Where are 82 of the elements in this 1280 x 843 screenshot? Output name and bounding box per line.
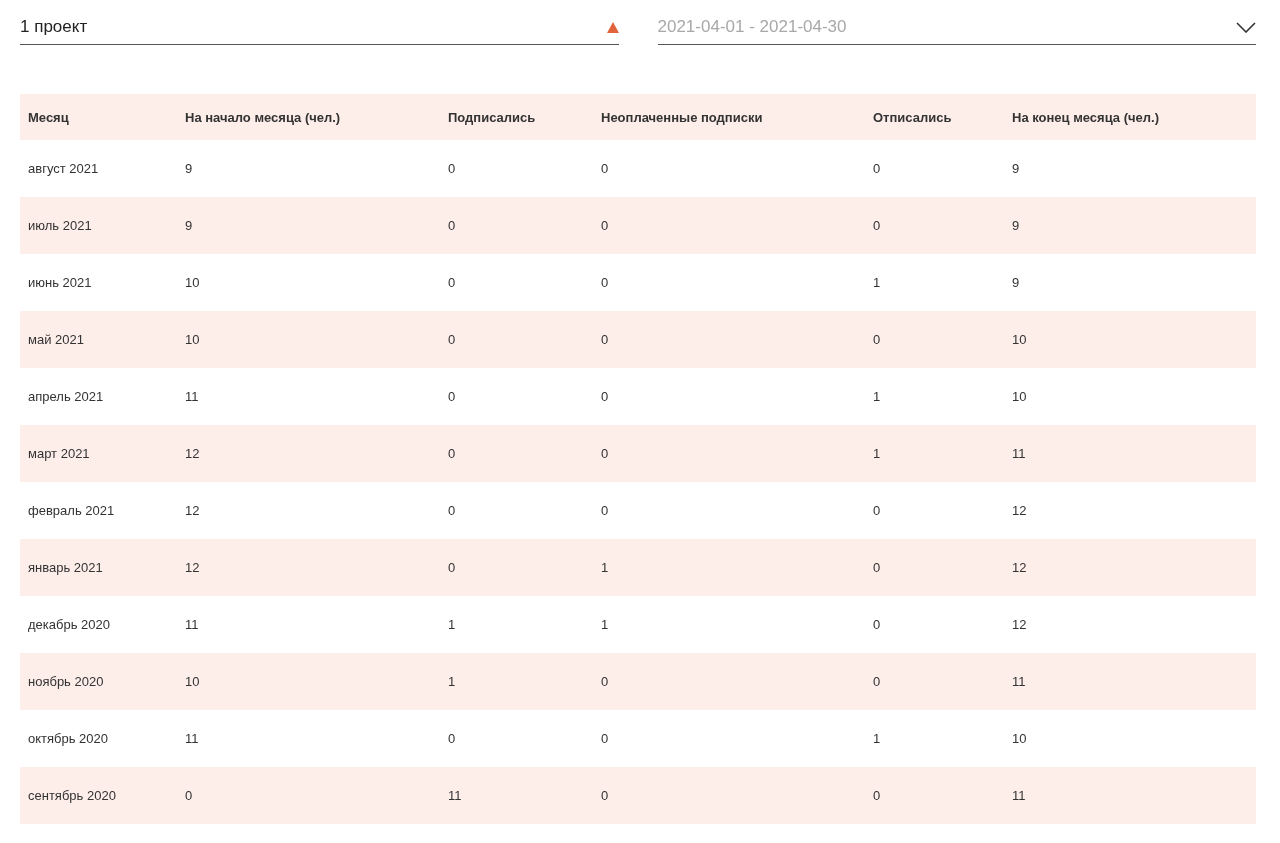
table-cell: 0 bbox=[593, 710, 865, 767]
table-cell: 11 bbox=[1004, 425, 1256, 482]
table-cell: 9 bbox=[1004, 140, 1256, 197]
table-cell: 11 bbox=[177, 596, 440, 653]
table-cell: 1 bbox=[593, 539, 865, 596]
column-header: Неоплаченные подписки bbox=[593, 94, 865, 140]
table-cell: июнь 2021 bbox=[20, 254, 177, 311]
table-cell: 0 bbox=[440, 197, 593, 254]
table-cell: 0 bbox=[440, 539, 593, 596]
table-cell: 0 bbox=[865, 539, 1004, 596]
table-cell: февраль 2021 bbox=[20, 482, 177, 539]
table-cell: 11 bbox=[1004, 653, 1256, 710]
table-cell: 0 bbox=[865, 197, 1004, 254]
table-cell: 10 bbox=[177, 653, 440, 710]
table-cell: 12 bbox=[1004, 596, 1256, 653]
table-cell: 0 bbox=[593, 425, 865, 482]
table-cell: 0 bbox=[865, 140, 1004, 197]
table-cell: 0 bbox=[440, 140, 593, 197]
project-select[interactable]: 1 проект bbox=[20, 14, 619, 45]
column-header: Подписались bbox=[440, 94, 593, 140]
table-cell: 0 bbox=[865, 767, 1004, 824]
table-cell: 9 bbox=[1004, 254, 1256, 311]
table-cell: 9 bbox=[177, 140, 440, 197]
table-cell: 0 bbox=[865, 311, 1004, 368]
table-cell: 0 bbox=[865, 653, 1004, 710]
table-cell: январь 2021 bbox=[20, 539, 177, 596]
table-cell: июль 2021 bbox=[20, 197, 177, 254]
chevron-down-icon bbox=[1236, 21, 1256, 33]
table-cell: 10 bbox=[1004, 710, 1256, 767]
table-cell: 0 bbox=[440, 710, 593, 767]
table-cell: 1 bbox=[865, 425, 1004, 482]
table-cell: май 2021 bbox=[20, 311, 177, 368]
table-cell: 12 bbox=[1004, 482, 1256, 539]
table-cell: 1 bbox=[865, 254, 1004, 311]
table-cell: сентябрь 2020 bbox=[20, 767, 177, 824]
table-cell: 1 bbox=[865, 368, 1004, 425]
table-cell: 0 bbox=[593, 482, 865, 539]
table-cell: 12 bbox=[1004, 539, 1256, 596]
table-cell: 1 bbox=[865, 710, 1004, 767]
table-cell: апрель 2021 bbox=[20, 368, 177, 425]
table-cell: 0 bbox=[593, 767, 865, 824]
table-cell: 0 bbox=[593, 197, 865, 254]
table-cell: 12 bbox=[177, 425, 440, 482]
column-header: Отписались bbox=[865, 94, 1004, 140]
table-cell: 0 bbox=[593, 368, 865, 425]
table-cell: 10 bbox=[177, 254, 440, 311]
table-cell: 0 bbox=[440, 368, 593, 425]
table-cell: 0 bbox=[440, 254, 593, 311]
column-header: На начало месяца (чел.) bbox=[177, 94, 440, 140]
table-cell: 0 bbox=[593, 140, 865, 197]
table-cell: 1 bbox=[440, 596, 593, 653]
table-cell: 11 bbox=[177, 710, 440, 767]
table-cell: 9 bbox=[1004, 197, 1256, 254]
table-cell: 11 bbox=[177, 368, 440, 425]
table-cell: 11 bbox=[440, 767, 593, 824]
table-cell: 12 bbox=[177, 482, 440, 539]
table-cell: ноябрь 2020 bbox=[20, 653, 177, 710]
table-cell: 9 bbox=[177, 197, 440, 254]
date-range-field[interactable]: 2021-04-01 - 2021-04-30 bbox=[657, 17, 1236, 37]
column-header: Месяц bbox=[20, 94, 177, 140]
triangle-icon bbox=[606, 21, 619, 33]
table-cell: декабрь 2020 bbox=[20, 596, 177, 653]
table-cell: 0 bbox=[440, 425, 593, 482]
table-cell: 0 bbox=[593, 311, 865, 368]
table-cell: 0 bbox=[177, 767, 440, 824]
table-cell: август 2021 bbox=[20, 140, 177, 197]
table-cell: 0 bbox=[865, 482, 1004, 539]
table-cell: 10 bbox=[1004, 311, 1256, 368]
table-cell: март 2021 bbox=[20, 425, 177, 482]
table-cell: 0 bbox=[593, 653, 865, 710]
table-cell: 0 bbox=[440, 482, 593, 539]
table-cell: 12 bbox=[177, 539, 440, 596]
table-cell: 10 bbox=[177, 311, 440, 368]
table-cell: 10 bbox=[1004, 368, 1256, 425]
table-cell: 11 bbox=[1004, 767, 1256, 824]
table-cell: 0 bbox=[865, 596, 1004, 653]
table-cell: 1 bbox=[593, 596, 865, 653]
table-cell: 0 bbox=[593, 254, 865, 311]
column-header: На конец месяца (чел.) bbox=[1004, 94, 1256, 140]
table-cell: 0 bbox=[440, 311, 593, 368]
table-cell: октябрь 2020 bbox=[20, 710, 177, 767]
table-cell: 1 bbox=[440, 653, 593, 710]
